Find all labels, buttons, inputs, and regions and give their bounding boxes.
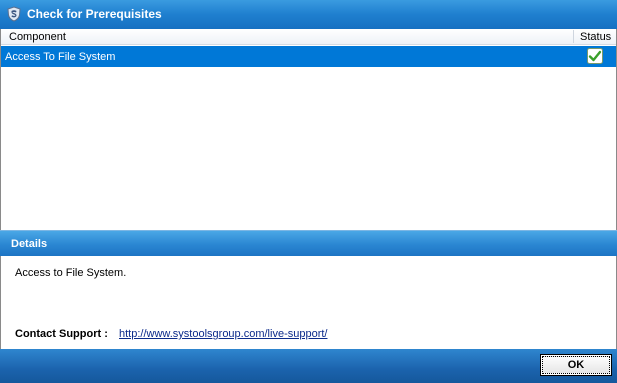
contact-support-link[interactable]: http://www.systoolsgroup.com/live-suppor… <box>119 328 327 340</box>
details-header: Details <box>0 230 617 256</box>
footer-bar: OK <box>0 349 617 383</box>
list-header: Component Status <box>1 29 616 45</box>
column-divider[interactable] <box>573 30 574 43</box>
row-label: Access To File System <box>5 51 116 63</box>
details-panel: Access to File System. Contact Support :… <box>0 256 617 349</box>
list-row-access-file-system[interactable]: Access To File System <box>1 46 616 67</box>
contact-support-label: Contact Support : <box>15 328 108 340</box>
details-description: Access to File System. <box>15 267 127 279</box>
title-bar: Check for Prerequisites <box>0 0 617 29</box>
ok-button[interactable]: OK <box>540 354 612 376</box>
column-header-status[interactable]: Status <box>580 31 611 43</box>
checkmark-icon <box>587 48 603 64</box>
window-title: Check for Prerequisites <box>27 7 162 21</box>
app-shield-icon <box>7 6 21 22</box>
prerequisites-list: Component Status Access To File System <box>0 29 617 230</box>
details-title: Details <box>11 238 48 250</box>
ok-button-label: OK <box>542 356 610 374</box>
column-header-component[interactable]: Component <box>9 31 66 43</box>
